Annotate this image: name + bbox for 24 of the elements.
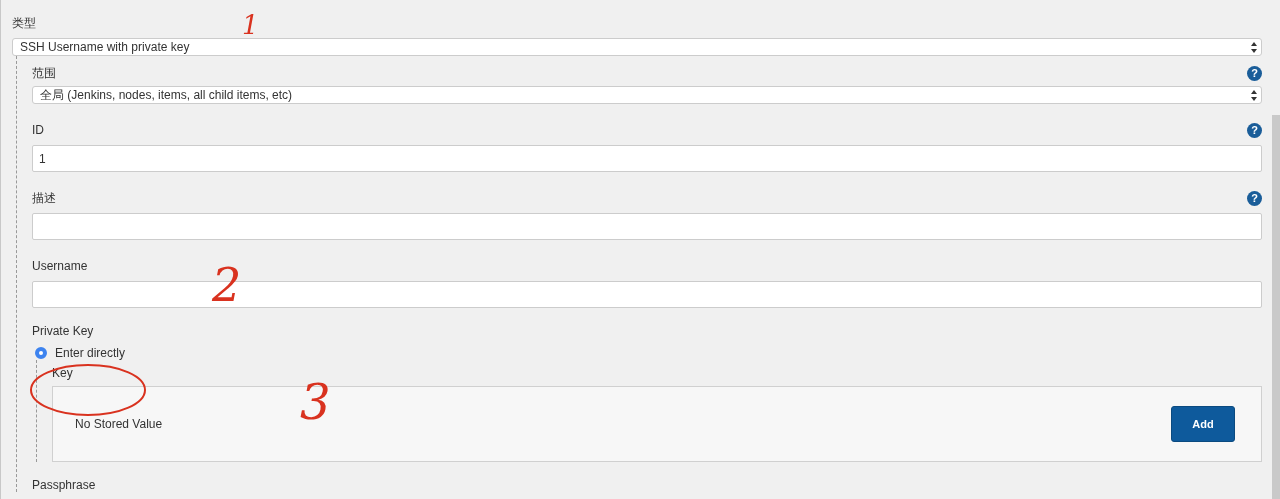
scrollbar[interactable] <box>1272 115 1280 499</box>
field-label: Passphrase <box>32 478 96 492</box>
add-button[interactable]: Add <box>1171 406 1235 442</box>
field-label: ID <box>32 123 44 137</box>
help-icon[interactable]: ? <box>1247 190 1262 206</box>
field-label: Username <box>32 259 88 273</box>
select-arrows-icon <box>1251 89 1257 101</box>
select-arrows-icon <box>1251 41 1257 53</box>
radio-button[interactable] <box>35 347 47 359</box>
field-label: 描述 <box>32 191 56 205</box>
type-select[interactable]: SSH Username with private key <box>12 38 1262 56</box>
annotation-number: 2 <box>212 262 242 308</box>
help-icon[interactable]: ? <box>1247 122 1262 138</box>
scope-select[interactable]: 全局 (Jenkins, nodes, items, all child items, etc) <box>32 86 1262 104</box>
annotation-number: 3 <box>300 378 331 426</box>
help-icon[interactable]: ? <box>1247 65 1262 81</box>
field-label: Key <box>52 366 73 380</box>
input-field[interactable]: 1 <box>32 145 1262 172</box>
field-label: Private Key <box>32 324 94 338</box>
status-text: No Stored Value <box>75 417 163 431</box>
annotation-number: 1 <box>242 12 259 38</box>
field-label: 范围 <box>32 66 56 80</box>
radio-label[interactable]: Enter directly <box>55 346 126 360</box>
field-label: 类型 <box>12 16 36 30</box>
